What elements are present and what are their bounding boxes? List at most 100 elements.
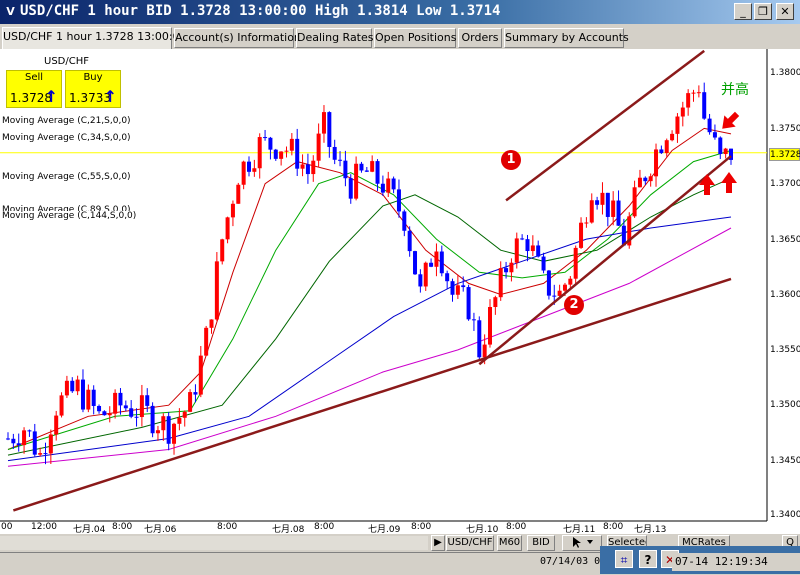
candle-body xyxy=(348,178,353,199)
candle-body xyxy=(241,161,246,185)
candle-body xyxy=(59,395,64,416)
candle-body xyxy=(536,245,541,257)
chart-window-icon[interactable]: ⌗ xyxy=(615,550,633,568)
restore-button[interactable]: ❐ xyxy=(754,3,772,20)
candle-body xyxy=(541,256,546,271)
y-tick-label: 1.3500 xyxy=(770,400,800,410)
tab-chart[interactable]: USD/CHF 1 hour 1.3728 13:00:00 xyxy=(2,27,187,49)
tab-open-positions[interactable]: Open Positions xyxy=(374,28,456,48)
y-tick-label: 1.3550 xyxy=(770,345,800,355)
candle-body xyxy=(134,416,139,418)
candle-body xyxy=(450,281,455,295)
close-button[interactable]: ✕ xyxy=(776,3,794,20)
candle-body xyxy=(654,149,659,177)
candle-body xyxy=(150,405,155,434)
candle-body xyxy=(236,184,241,204)
candle-body xyxy=(530,245,535,252)
candle-body xyxy=(445,273,450,282)
sell-quote[interactable]: Sell 1.3728 ↑ xyxy=(6,70,62,108)
candle-body xyxy=(600,192,605,205)
candle-body xyxy=(466,287,471,320)
candle-body xyxy=(177,417,182,424)
candle-body xyxy=(482,344,487,358)
candle-body xyxy=(48,434,53,454)
candle-body xyxy=(321,112,326,134)
draw-tool-button[interactable] xyxy=(562,535,602,551)
candle-body xyxy=(97,405,102,412)
tab-orders[interactable]: Orders xyxy=(458,28,502,48)
symbol-selector[interactable]: USD/CHF xyxy=(446,535,494,551)
candle-body xyxy=(407,230,412,252)
candle-body xyxy=(439,251,444,274)
candle-body xyxy=(91,389,96,406)
candle-body xyxy=(691,92,696,94)
candle-body xyxy=(364,170,369,172)
candle-body xyxy=(675,116,680,134)
candle-body xyxy=(391,178,396,190)
candle-body xyxy=(182,411,187,418)
candle-body xyxy=(686,93,691,108)
y-tick-label: 1.3450 xyxy=(770,456,800,466)
scrollbar-track[interactable] xyxy=(0,536,428,550)
candle-body xyxy=(471,319,476,321)
scroll-right-button[interactable]: ▶ xyxy=(431,535,445,551)
candle-body xyxy=(247,161,251,172)
status-left-date: 07/14/03 09 xyxy=(540,556,607,567)
indicator-label-ma21[interactable]: Moving Average (C,21,S,0,0) xyxy=(2,116,131,126)
candle-body xyxy=(402,211,407,231)
candle-body xyxy=(295,138,300,169)
candle-body xyxy=(718,137,723,155)
tab-account-information[interactable]: Account(s) Information xyxy=(174,28,301,48)
candle-body xyxy=(648,176,653,182)
candle-body xyxy=(300,164,305,169)
candle-body xyxy=(514,238,519,263)
candle-body xyxy=(359,163,364,171)
indicator-label-ma55[interactable]: Moving Average (C,55,S,0,0) xyxy=(2,172,131,182)
candle-body xyxy=(118,392,123,406)
quote-pair-label: USD/CHF xyxy=(44,56,89,67)
candle-body xyxy=(11,438,16,444)
tab-summary-by-accounts[interactable]: Summary by Accounts xyxy=(504,28,629,48)
candle-body xyxy=(332,146,337,160)
x-tick-label: 12:00 xyxy=(31,522,57,532)
candle-body xyxy=(32,431,37,455)
buy-label: Buy xyxy=(83,72,103,83)
indicator-label-ma34[interactable]: Moving Average (C,34,S,0,0) xyxy=(2,133,131,143)
indicator-label-ma144[interactable]: Moving Average (C,144,S,0,0) xyxy=(2,211,137,221)
buy-quote[interactable]: Buy 1.3733 ↑ xyxy=(65,70,121,108)
up-arrow-icon: ↑ xyxy=(103,87,117,106)
candle-body xyxy=(64,380,69,396)
period-selector[interactable]: M60 xyxy=(497,535,522,551)
candle-body xyxy=(696,92,701,94)
price-type-selector[interactable]: BID xyxy=(527,535,555,551)
x-tick-label: 8:00 xyxy=(603,522,624,532)
candle-body xyxy=(461,285,466,288)
candle-body xyxy=(595,200,600,205)
candle-body xyxy=(107,413,112,416)
candle-body xyxy=(220,239,225,262)
candle-body xyxy=(214,261,219,320)
candle-body xyxy=(172,423,177,444)
moving-average-ma144 xyxy=(7,227,732,467)
minimize-button[interactable]: _ xyxy=(734,3,752,20)
candle-body xyxy=(6,438,10,440)
candle-body xyxy=(129,408,134,417)
candle-body xyxy=(316,133,321,161)
help-icon[interactable]: ? xyxy=(639,550,657,568)
candle-body xyxy=(525,239,530,252)
candle-body xyxy=(643,177,648,182)
current-price-tag: 1.3728 xyxy=(769,148,800,161)
candle-body xyxy=(423,262,428,287)
tab-dealing-rates[interactable]: Dealing Rates xyxy=(296,28,374,48)
arrow-up-icon xyxy=(699,174,715,195)
candle-body xyxy=(493,297,498,308)
candle-body xyxy=(413,251,418,275)
y-tick-label: 1.3700 xyxy=(770,179,800,189)
candle-body xyxy=(579,222,584,248)
candle-body xyxy=(670,133,675,141)
candle-body xyxy=(279,151,284,159)
candle-body xyxy=(16,443,21,446)
candle-body xyxy=(166,416,171,444)
candle-body xyxy=(659,149,664,154)
candle-body xyxy=(477,320,482,358)
